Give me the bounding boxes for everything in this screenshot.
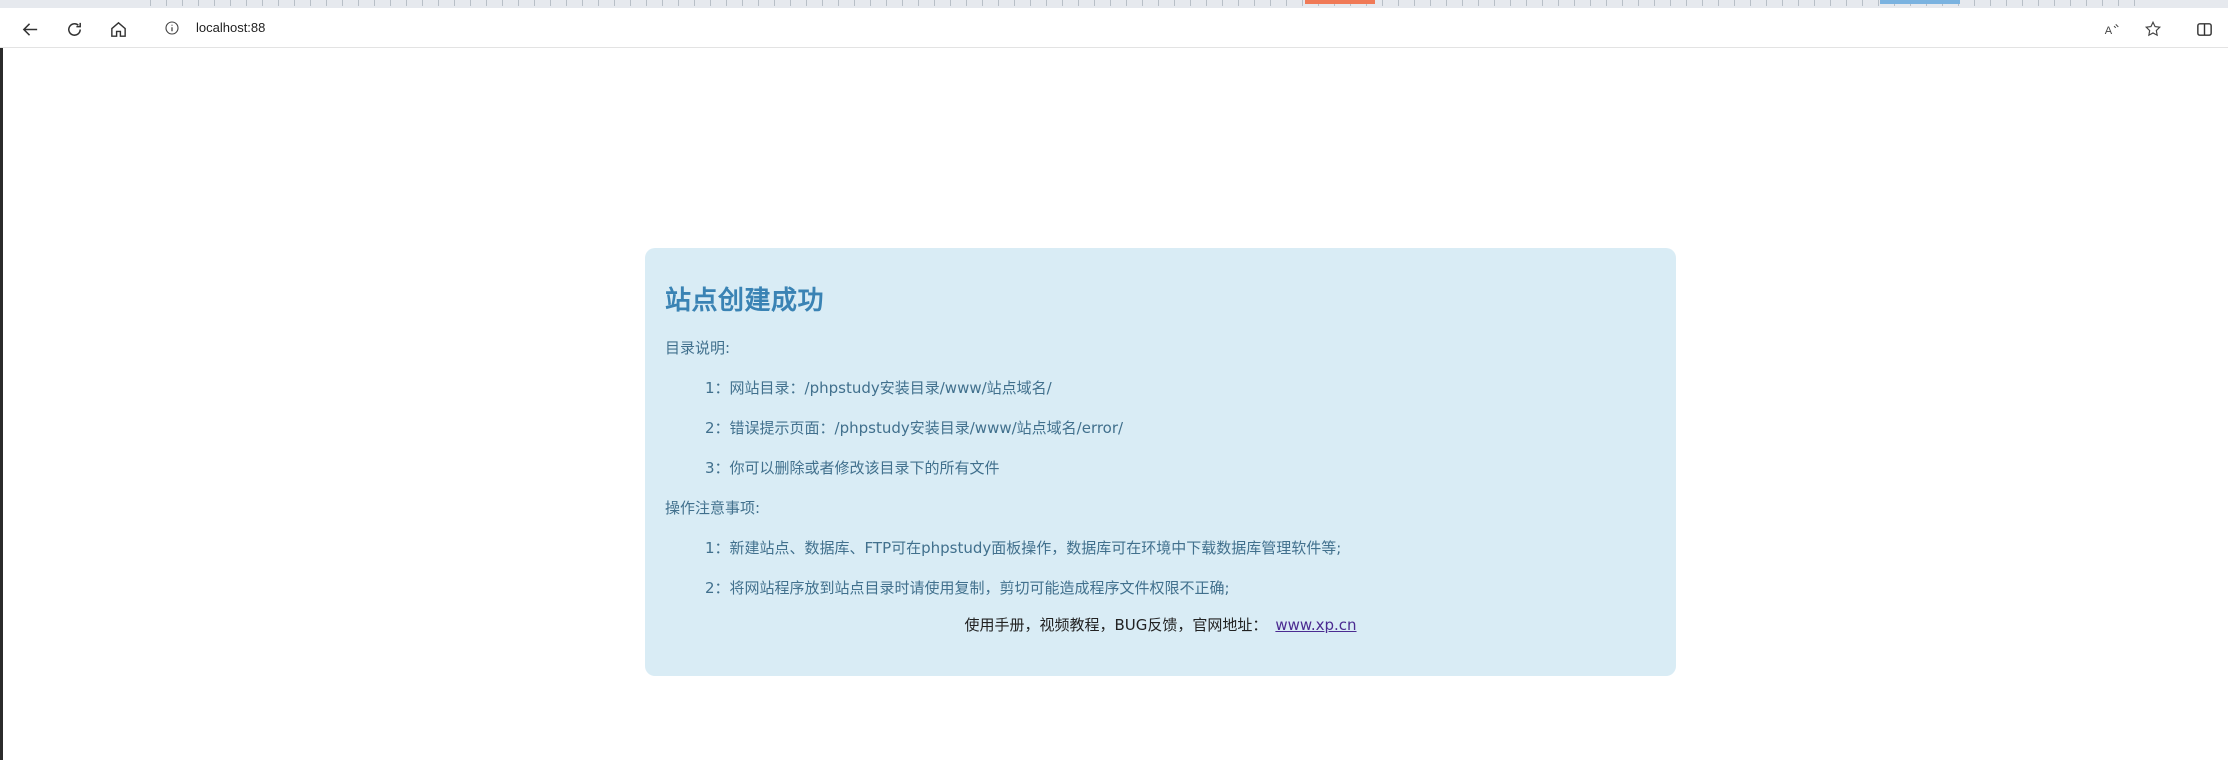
- active-tab-indicator: [1305, 0, 1375, 4]
- operations-item: 1：新建站点、数据库、FTP可在phpstudy面板操作，数据库可在环境中下载数…: [705, 539, 1342, 557]
- official-site-link[interactable]: www.xp.cn: [1275, 616, 1356, 634]
- home-icon: [110, 21, 126, 37]
- operations-section-label: 操作注意事项:: [665, 499, 761, 517]
- success-card: 站点创建成功 目录说明: 1：网站目录：/phpstudy安装目录/www/站点…: [645, 248, 1676, 676]
- reload-icon: [67, 22, 81, 36]
- split-screen-button[interactable]: [2190, 15, 2218, 43]
- directory-section-label: 目录说明:: [665, 339, 731, 357]
- directory-item: 3：你可以删除或者修改该目录下的所有文件: [705, 459, 1000, 477]
- favorite-star-icon[interactable]: [2142, 18, 2164, 40]
- directory-item: 1：网站目录：/phpstudy安装目录/www/站点域名/: [705, 379, 1052, 397]
- back-icon: [22, 22, 37, 36]
- svg-text:A: A: [2104, 24, 2112, 36]
- directory-item: 2：错误提示页面：/phpstudy安装目录/www/站点域名/error/: [705, 419, 1124, 437]
- reload-button[interactable]: [60, 15, 88, 43]
- footer: 使用手册，视频教程，BUG反馈，官网地址： www.xp.cn: [645, 614, 1676, 635]
- window-left-edge: [0, 48, 3, 760]
- tab-indicator-blue: [1880, 0, 1960, 4]
- operations-item: 2：将网站程序放到站点目录时请使用复制，剪切可能造成程序文件权限不正确;: [705, 579, 1230, 597]
- address-bar[interactable]: localhost:88 A: [148, 12, 2178, 44]
- page-title: 站点创建成功: [665, 286, 825, 316]
- home-button[interactable]: [104, 15, 132, 43]
- browser-toolbar: localhost:88 A: [0, 8, 2228, 48]
- back-button[interactable]: [16, 15, 44, 43]
- footer-text: 使用手册，视频教程，BUG反馈，官网地址：: [964, 616, 1268, 634]
- read-aloud-icon[interactable]: A: [2100, 18, 2122, 40]
- tab-strip: [0, 0, 2228, 8]
- address-text[interactable]: localhost:88: [196, 20, 265, 35]
- info-icon[interactable]: [162, 18, 182, 38]
- tab-strip-ticks: [150, 0, 2150, 6]
- split-screen-icon: [2196, 22, 2212, 36]
